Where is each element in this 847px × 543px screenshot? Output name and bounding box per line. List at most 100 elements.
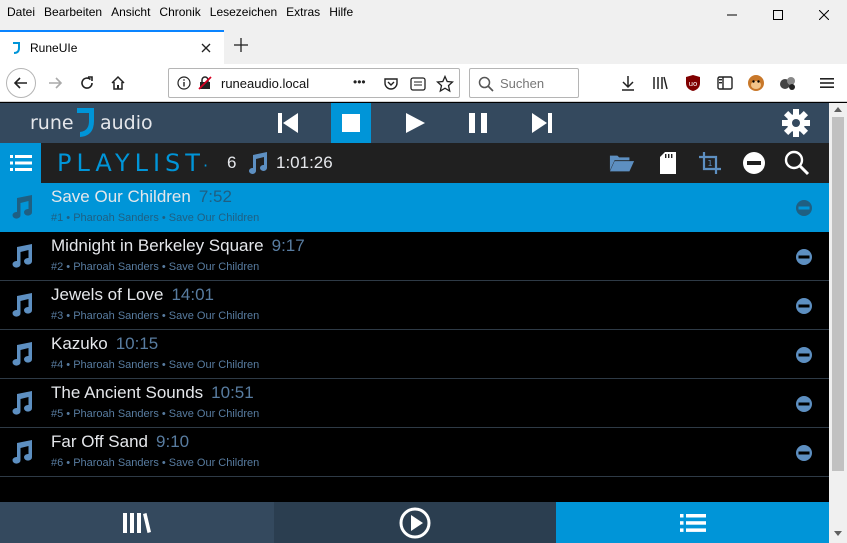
play-button[interactable] xyxy=(395,103,435,143)
play-circle-icon xyxy=(399,507,431,538)
logo-text-audio: audio xyxy=(100,112,153,134)
music-note-icon xyxy=(12,195,33,219)
track-meta: #3 • Pharoah Sanders • Save Our Children xyxy=(51,310,260,322)
tab-close-icon[interactable] xyxy=(196,38,216,58)
url-bar[interactable]: runeaudio.local ••• xyxy=(168,68,460,98)
track-duration: 9:17 xyxy=(271,236,305,255)
hamburger-menu-icon xyxy=(820,78,834,88)
page-actions-icon[interactable]: ••• xyxy=(353,75,366,89)
pocket-icon[interactable] xyxy=(383,76,399,92)
scroll-thumb[interactable] xyxy=(832,117,844,471)
playback-tab[interactable] xyxy=(274,502,556,543)
menu-datei[interactable]: Datei xyxy=(7,5,35,19)
close-icon xyxy=(819,10,829,20)
reader-view-icon[interactable] xyxy=(409,76,427,92)
extension-monkey-button[interactable] xyxy=(746,73,766,93)
remove-track-icon[interactable] xyxy=(795,395,813,413)
playlist-track-count: 6 xyxy=(227,153,237,172)
next-button[interactable] xyxy=(522,103,562,143)
music-note-icon xyxy=(12,244,33,268)
tab-runeui[interactable]: RuneUIe xyxy=(0,30,224,64)
extension-balls-button[interactable] xyxy=(778,73,798,93)
svg-text:1: 1 xyxy=(707,159,712,168)
remove-track-icon[interactable] xyxy=(795,199,813,217)
menu-bearbeiten[interactable]: Bearbeiten xyxy=(44,5,102,19)
playlist-title: PLAYLIST· xyxy=(57,149,208,177)
menu-extras[interactable]: Extras xyxy=(286,5,320,19)
playlist-track-row[interactable]: The Ancient Sounds 10:51 #5 • Pharoah Sand… xyxy=(0,379,829,428)
playlist-track-row[interactable]: Far Off Sand 9:10 #6 • Pharoah Sanders • S… xyxy=(0,428,829,477)
clear-playlist-button[interactable] xyxy=(741,151,767,175)
track-meta: #2 • Pharoah Sanders • Save Our Children xyxy=(51,261,260,273)
track-title-line: Save Our Children 7:52 xyxy=(51,187,232,207)
folder-open-icon xyxy=(609,155,635,172)
home-button[interactable] xyxy=(103,68,133,98)
tab-strip: RuneUIe xyxy=(0,24,847,64)
playlist-tab[interactable] xyxy=(556,502,829,543)
pause-button[interactable] xyxy=(458,103,498,143)
info-icon[interactable] xyxy=(177,76,191,90)
remove-track-icon[interactable] xyxy=(795,346,813,364)
playlist-tracks: Save Our Children 7:52 #1 • Pharoah Sander… xyxy=(0,183,829,477)
playback-topbar: rune audio xyxy=(0,103,829,143)
extension-balls-icon xyxy=(780,77,795,90)
reload-button[interactable] xyxy=(72,68,102,98)
menu-chronik[interactable]: Chronik xyxy=(159,5,200,19)
crop-button[interactable]: 1 xyxy=(697,151,723,175)
search-bar-icon xyxy=(478,76,494,92)
sd-card-icon xyxy=(660,152,676,174)
library-tab[interactable] xyxy=(0,502,274,543)
ublock-button[interactable]: uo xyxy=(683,73,703,93)
forward-button[interactable] xyxy=(40,68,70,98)
browse-folder-button[interactable] xyxy=(609,151,635,175)
settings-gear-icon xyxy=(782,109,810,137)
track-duration: 10:15 xyxy=(115,334,159,353)
stop-button[interactable] xyxy=(331,103,371,143)
bottom-tabbar xyxy=(0,502,829,543)
tab-title: RuneUIe xyxy=(30,41,78,55)
search-playlist-button[interactable] xyxy=(784,150,810,176)
ublock-shield-icon: uo xyxy=(686,75,700,91)
insecure-lock-icon[interactable] xyxy=(197,75,213,91)
playlist-menu-button[interactable] xyxy=(0,143,41,183)
music-note-icon xyxy=(12,391,33,415)
menu-hilfe[interactable]: Hilfe xyxy=(329,5,353,19)
svg-text:uo: uo xyxy=(689,80,698,88)
scroll-up-icon[interactable] xyxy=(834,106,842,112)
crop-icon: 1 xyxy=(699,152,721,174)
track-meta: #1 • Pharoah Sanders • Save Our Children xyxy=(51,212,260,224)
menu-ansicht[interactable]: Ansicht xyxy=(111,5,150,19)
library-button[interactable] xyxy=(650,73,670,93)
track-title: Midnight in Berkeley Square xyxy=(51,236,264,255)
new-tab-icon[interactable] xyxy=(232,36,250,54)
menu-lesezeichen[interactable]: Lesezeichen xyxy=(210,5,277,19)
sd-card-button[interactable] xyxy=(655,151,681,175)
track-title: Jewels of Love xyxy=(51,285,164,304)
url-text: runeaudio.local xyxy=(221,76,310,91)
previous-button[interactable] xyxy=(268,103,308,143)
bookmark-star-icon[interactable] xyxy=(436,75,454,93)
scroll-down-icon[interactable] xyxy=(834,531,842,537)
remove-track-icon[interactable] xyxy=(795,297,813,315)
sidebar-button[interactable] xyxy=(715,73,735,93)
remove-track-icon[interactable] xyxy=(795,444,813,462)
track-title-line: Kazuko 10:15 xyxy=(51,334,158,354)
playlist-track-row[interactable]: Kazuko 10:15 #4 • Pharoah Sanders • Save O… xyxy=(0,330,829,379)
playlist-track-row[interactable]: Jewels of Love 14:01 #3 • Pharoah Sanders … xyxy=(0,281,829,330)
music-note-icon xyxy=(12,440,33,464)
track-title-line: Jewels of Love 14:01 xyxy=(51,285,214,305)
arrow-right-icon xyxy=(49,77,63,89)
hamburger-menu-button[interactable] xyxy=(817,73,837,93)
minimize-icon xyxy=(727,14,737,16)
playlist-title-text: PLAYLIST xyxy=(57,149,205,177)
playlist-track-row[interactable]: Save Our Children 7:52 #1 • Pharoah Sander… xyxy=(0,183,829,232)
settings-button[interactable] xyxy=(776,103,816,143)
back-button[interactable] xyxy=(6,68,36,98)
page-scrollbar[interactable] xyxy=(829,103,847,543)
remove-track-icon[interactable] xyxy=(795,248,813,266)
downloads-button[interactable] xyxy=(618,73,638,93)
track-meta: #4 • Pharoah Sanders • Save Our Children xyxy=(51,359,260,371)
playlist-track-row[interactable]: Midnight in Berkeley Square 9:17 #2 • Phar… xyxy=(0,232,829,281)
search-placeholder: Suchen xyxy=(500,76,545,91)
search-bar[interactable]: Suchen xyxy=(469,68,579,98)
